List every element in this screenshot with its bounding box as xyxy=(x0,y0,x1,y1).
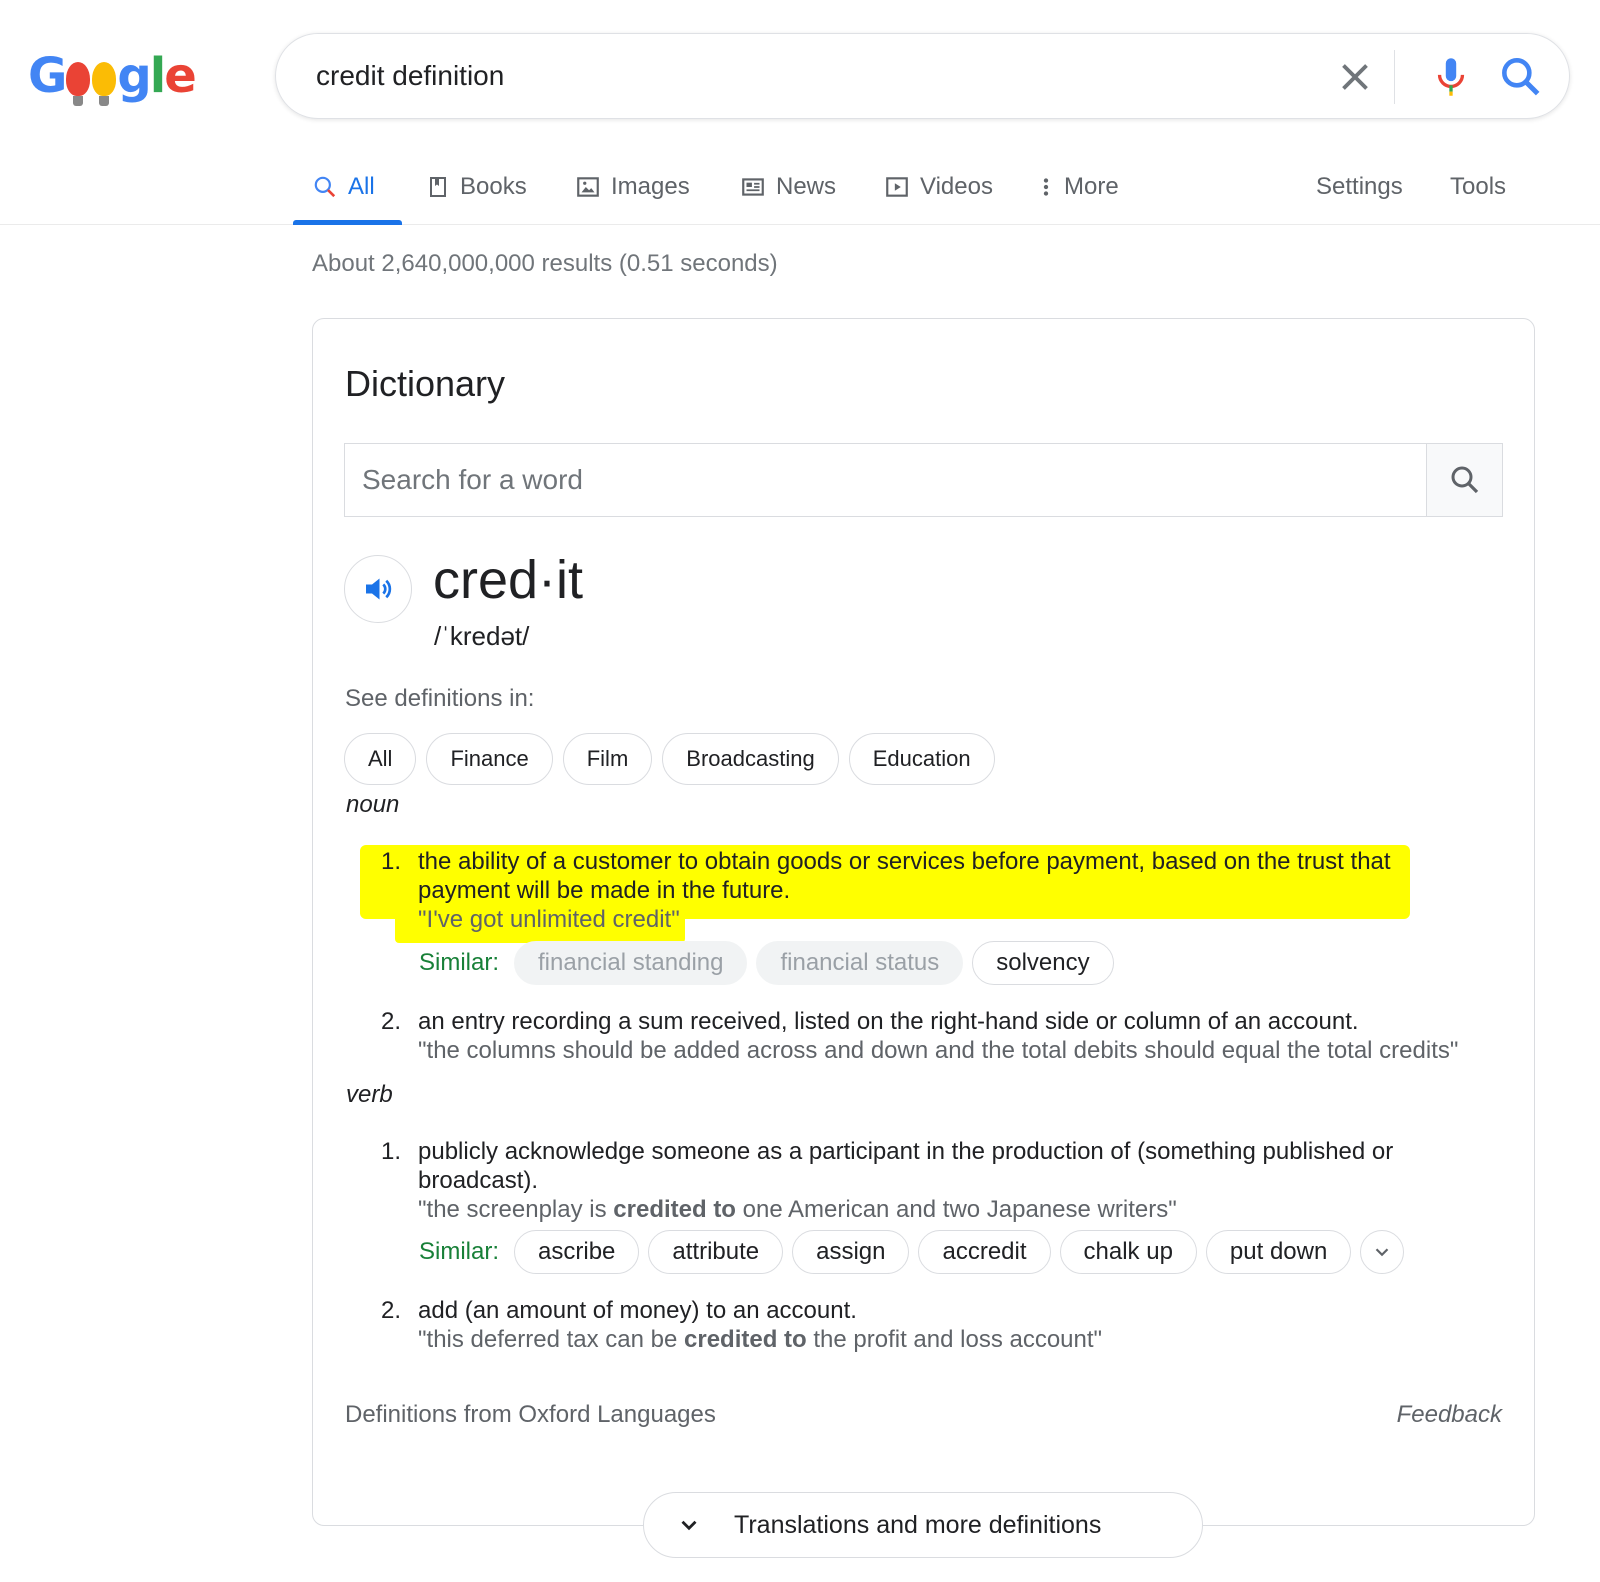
sense-number: 2. xyxy=(381,1297,402,1324)
example-text: "the screenplay is credited to one Ameri… xyxy=(418,1195,1428,1224)
definition-text: the ability of a customer to obtain good… xyxy=(418,848,1391,904)
dictionary-card: Dictionary Search for a word cred·it /ˈk… xyxy=(312,318,1535,1526)
tab-label: All xyxy=(348,173,375,200)
tab-label: Books xyxy=(460,173,527,200)
tab-label: More xyxy=(1064,173,1119,200)
example-text: "I've got unlimited credit" xyxy=(418,906,680,933)
image-icon xyxy=(577,177,599,197)
similar-chip[interactable]: put down xyxy=(1205,1230,1352,1274)
similar-chip[interactable]: attribute xyxy=(648,1230,784,1274)
yellow-bulb-icon xyxy=(92,62,117,106)
example-text: "this deferred tax can be credited to th… xyxy=(418,1325,1428,1354)
example-post: the profit and loss account" xyxy=(806,1326,1103,1353)
search-tabs: All Books Images News Videos More Settin… xyxy=(0,150,1600,225)
category-chips: All Finance Film Broadcasting Education xyxy=(344,733,995,785)
tab-videos[interactable]: Videos xyxy=(884,162,993,212)
category-chip-education[interactable]: Education xyxy=(848,733,995,785)
word-search-input[interactable]: Search for a word xyxy=(362,464,583,496)
clear-icon[interactable] xyxy=(1332,54,1378,100)
google-logo[interactable]: Ggle xyxy=(28,46,197,106)
red-bulb-icon xyxy=(66,62,91,106)
more-definitions-button[interactable]: Translations and more definitions xyxy=(643,1492,1203,1558)
category-chip-film[interactable]: Film xyxy=(562,733,653,785)
similar-chip[interactable]: ascribe xyxy=(514,1230,640,1274)
example-post: one American and two Japanese writers" xyxy=(735,1196,1177,1223)
tab-label: Images xyxy=(611,173,690,200)
tab-more[interactable]: More xyxy=(1038,162,1119,212)
example-bold: credited to xyxy=(684,1326,807,1353)
example-pre: "the screenplay is xyxy=(418,1196,614,1223)
similar-words-noun-1: Similar: financial standing financial st… xyxy=(419,941,1114,985)
similar-chip[interactable]: assign xyxy=(792,1230,910,1274)
category-chip-all[interactable]: All xyxy=(344,733,417,785)
search-icon xyxy=(1451,466,1478,494)
result-stats: About 2,640,000,000 results (0.51 second… xyxy=(312,250,778,277)
tab-books[interactable]: Books xyxy=(426,162,527,212)
see-definitions-label: See definitions in: xyxy=(345,685,535,712)
settings-link[interactable]: Settings xyxy=(1316,162,1403,212)
more-definitions-label: Translations and more definitions xyxy=(734,1510,1102,1539)
category-chip-broadcasting[interactable]: Broadcasting xyxy=(662,733,839,785)
tab-label: Videos xyxy=(920,173,993,200)
pronounce-button[interactable] xyxy=(344,555,412,623)
headword: cred·it xyxy=(433,550,584,610)
video-icon xyxy=(886,177,908,197)
similar-chip[interactable]: chalk up xyxy=(1059,1230,1197,1274)
search-input[interactable]: credit definition xyxy=(316,58,504,94)
chevron-down-icon xyxy=(644,1512,734,1538)
search-icon[interactable] xyxy=(1496,52,1546,102)
definition-text: add (an amount of money) to an account. xyxy=(418,1297,857,1324)
sense-number: 1. xyxy=(381,1138,402,1165)
similar-label: Similar: xyxy=(419,1238,500,1265)
mic-icon[interactable] xyxy=(1426,52,1476,102)
feedback-link[interactable]: Feedback xyxy=(1397,1401,1502,1429)
similar-words-verb-1: Similar: ascribe attribute assign accred… xyxy=(419,1230,1405,1274)
more-vert-icon xyxy=(1043,178,1049,196)
search-icon xyxy=(314,176,336,198)
example-bold: credited to xyxy=(613,1196,736,1223)
tools-link[interactable]: Tools xyxy=(1450,162,1506,212)
tab-news[interactable]: News xyxy=(740,162,836,212)
example-pre: "this deferred tax can be xyxy=(418,1326,685,1353)
tab-label: News xyxy=(776,173,837,200)
search-box[interactable]: credit definition xyxy=(275,33,1570,119)
dictionary-title: Dictionary xyxy=(345,363,506,404)
tab-all[interactable]: All xyxy=(312,162,375,212)
definition-text: publicly acknowledge someone as a partic… xyxy=(418,1138,1394,1194)
part-of-speech-verb: verb xyxy=(346,1081,393,1108)
definitions-source: Definitions from Oxford Languages xyxy=(345,1401,716,1428)
category-chip-finance[interactable]: Finance xyxy=(426,733,553,785)
chevron-down-icon xyxy=(1376,1248,1389,1257)
phonetic: /ˈkredət/ xyxy=(434,621,530,651)
word-search-box[interactable]: Search for a word xyxy=(344,443,1503,517)
speaker-icon xyxy=(366,578,392,600)
part-of-speech-noun: noun xyxy=(346,791,400,818)
tab-images[interactable]: Images xyxy=(575,162,690,212)
similar-chip[interactable]: financial standing xyxy=(514,941,748,985)
definition-text: an entry recording a sum received, liste… xyxy=(418,1008,1359,1035)
similar-chip[interactable]: solvency xyxy=(972,941,1114,985)
similar-label: Similar: xyxy=(419,949,500,976)
similar-chip[interactable]: accredit xyxy=(918,1230,1051,1274)
active-tab-indicator xyxy=(293,220,402,225)
book-icon xyxy=(430,177,446,197)
expand-similar-button[interactable] xyxy=(1360,1230,1405,1274)
news-icon xyxy=(742,178,764,196)
similar-chip[interactable]: financial status xyxy=(756,941,964,985)
sense-number: 1. xyxy=(381,848,402,875)
word-search-button[interactable] xyxy=(1426,444,1502,516)
sense-number: 2. xyxy=(381,1008,402,1035)
search-divider xyxy=(1394,50,1395,104)
example-text: "the columns should be added across and … xyxy=(418,1037,1459,1064)
